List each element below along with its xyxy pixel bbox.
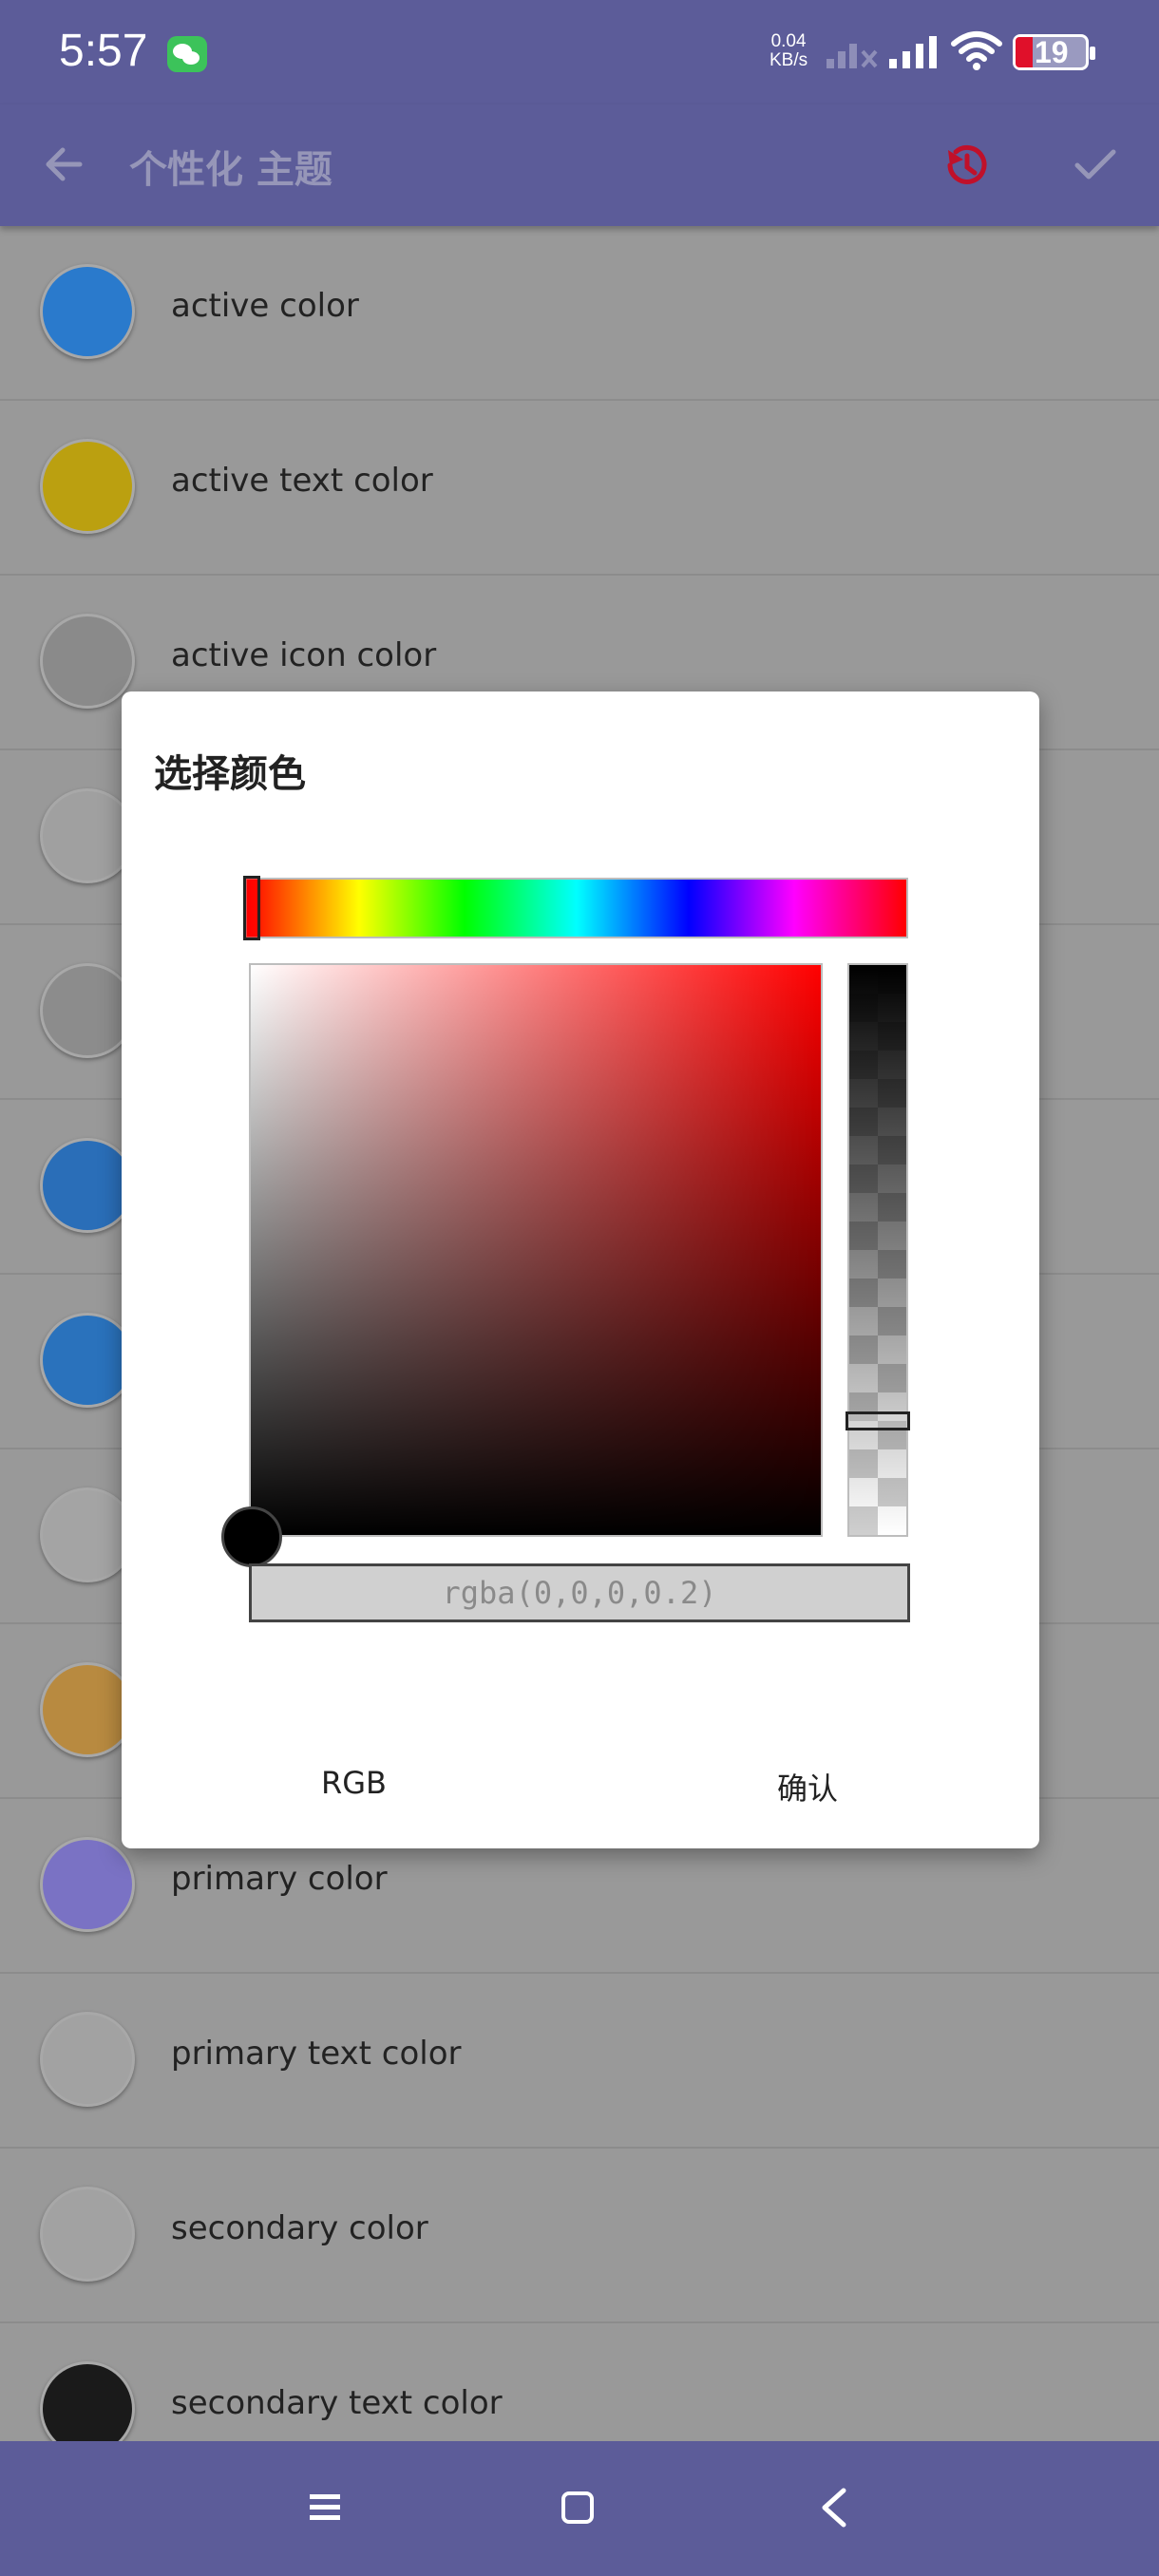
list-item-label: primary text color [171,2035,462,2073]
status-bar: 5:57 0.04 KB/s 19 [0,0,1159,104]
color-swatch[interactable] [40,439,135,534]
list-item[interactable]: primary text color [0,1974,1159,2149]
color-swatch[interactable] [40,1487,135,1582]
list-item[interactable]: secondary color [0,2149,1159,2323]
system-nav-bar [0,2441,1159,2576]
page-title: 个性化 主题 [129,148,332,192]
list-item-label: primary color [171,1860,388,1898]
net-speed-value: 0.04 [770,31,807,51]
color-swatch[interactable] [40,614,135,709]
color-swatch[interactable] [40,1837,135,1932]
color-swatch[interactable] [40,963,135,1058]
battery-level: 19 [1035,35,1069,69]
nav-back-icon[interactable] [815,2487,853,2529]
menu-icon[interactable] [306,2489,344,2527]
list-item-label: secondary color [171,2209,428,2247]
app-bar: 个性化 主题 [0,104,1159,226]
color-swatch[interactable] [40,1662,135,1757]
home-icon[interactable] [559,2489,597,2527]
dialog-title: 选择颜色 [154,752,306,796]
color-value-field[interactable]: rgba(0,0,0,0.2) [249,1563,910,1622]
hue-slider[interactable] [245,878,908,938]
rgb-button[interactable]: RGB [321,1765,387,1801]
signal-icon-sim1 [826,44,878,68]
list-item-label: active color [171,287,359,325]
color-picker-dialog: 选择颜色 rgba(0,0,0,0.2) RGB 确认 [122,691,1039,1848]
color-swatch[interactable] [40,264,135,359]
battery-icon: 19 [1013,34,1095,70]
confirm-button[interactable]: 确认 [777,1765,838,1809]
net-speed-unit: KB/s [770,50,808,70]
hue-slider-handle[interactable] [243,876,260,940]
wechat-icon [167,36,207,72]
color-swatch[interactable] [40,1138,135,1233]
back-arrow-icon[interactable] [42,142,86,186]
signal-icon-sim2 [889,36,937,68]
color-swatch[interactable] [40,1313,135,1408]
saturation-value-picker[interactable] [249,963,823,1537]
wifi-icon [951,31,1002,70]
list-item-label: secondary text color [171,2384,503,2422]
status-time: 5:57 [59,26,148,76]
list-item-label: active icon color [171,636,437,674]
alpha-slider[interactable] [847,963,908,1537]
list-item-label: active text color [171,462,433,500]
color-swatch[interactable] [40,788,135,883]
check-icon[interactable] [1074,146,1117,184]
list-item[interactable]: active text color [0,401,1159,576]
list-item[interactable]: active color [0,226,1159,401]
alpha-slider-handle[interactable] [846,1411,910,1430]
net-speed: 0.04 KB/s [770,32,808,70]
history-icon[interactable] [940,141,990,190]
color-swatch[interactable] [40,2012,135,2107]
saturation-value-handle[interactable] [221,1506,282,1567]
color-swatch[interactable] [40,2187,135,2282]
